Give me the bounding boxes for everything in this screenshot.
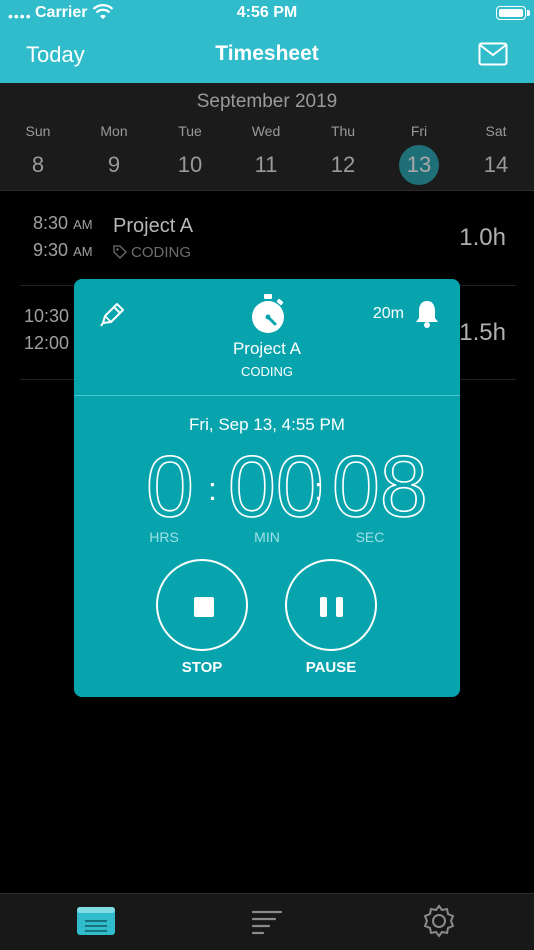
calendar-day-wed[interactable]: Wed 11: [236, 123, 296, 185]
status-bar: •••• Carrier 4:56 PM: [0, 0, 534, 28]
day-name: Tue: [178, 123, 202, 139]
entry-end-time: 9:30 AM: [33, 240, 93, 260]
calendar-day-mon[interactable]: Mon 9: [84, 123, 144, 185]
entry-start-time: 8:30 AM: [33, 213, 93, 233]
day-name: Fri: [410, 123, 428, 139]
reports-icon[interactable]: [247, 904, 287, 938]
timer-display: 0 : 00 : 08: [74, 439, 460, 535]
calendar-month: September 2019: [196, 91, 338, 112]
battery-icon: [496, 6, 530, 20]
day-number: 13: [399, 145, 439, 185]
calendar-day-fri[interactable]: Fri 13: [389, 123, 449, 185]
day-name: Mon: [100, 123, 128, 139]
mail-icon[interactable]: [478, 42, 508, 66]
day-number: 10: [177, 152, 203, 177]
tab-bar: [0, 893, 534, 950]
day-name: Sat: [485, 123, 507, 139]
timer-tag: CODING: [241, 364, 293, 379]
timer-card-header: 20m Project A CODING: [74, 279, 460, 396]
entry-duration: 1.5h: [459, 319, 506, 346]
day-number: 8: [31, 152, 45, 177]
day-number: 9: [107, 152, 121, 177]
timesheet-icon[interactable]: [76, 904, 116, 938]
calendar-day-tue[interactable]: Tue 10: [160, 123, 220, 185]
timer-minutes: 00: [227, 439, 324, 535]
seconds-label: SEC: [355, 529, 385, 545]
stop-label: STOP: [181, 659, 223, 676]
status-time: 4:56 PM: [236, 4, 298, 21]
day-number: 12: [330, 152, 356, 177]
entry-project: Project A: [113, 215, 194, 237]
entry-duration: 1.0h: [459, 224, 506, 251]
minutes-label: MIN: [254, 529, 280, 545]
reminder-interval[interactable]: 20m: [373, 305, 404, 323]
stop-button[interactable]: [156, 559, 248, 651]
bell-icon[interactable]: [414, 299, 440, 329]
day-name: Thu: [330, 123, 356, 139]
hours-label: HRS: [149, 529, 179, 545]
timer-hours: 0: [145, 439, 194, 535]
page-title: Timesheet: [215, 42, 319, 65]
week-calendar: September 2019 Sun 8 Mon 9 Tue 10 Wed 11 Thu 12 Fr…: [0, 83, 534, 191]
timer-colon: :: [314, 471, 323, 507]
timer-colon: :: [208, 471, 217, 507]
tag-icon: [113, 245, 127, 259]
timer-start-time: Fri, Sep 13, 4:55 PM: [189, 415, 345, 434]
top-bar: •••• Carrier 4:56 PM Today Timesheet: [0, 0, 534, 83]
day-name: Sun: [25, 123, 51, 139]
stop-icon: [194, 597, 214, 617]
day-name: Wed: [251, 123, 281, 139]
day-number: 14: [483, 152, 509, 177]
entry-tag: CODING: [113, 244, 191, 261]
time-entry[interactable]: 8:30 AM 9:30 AM Project A CODING 1.0h: [20, 191, 516, 286]
timer-project: Project A: [232, 339, 302, 358]
pause-label: PAUSE: [305, 659, 357, 676]
settings-icon[interactable]: [419, 904, 459, 938]
entry-end-time: 12:00: [24, 333, 70, 353]
stopwatch-icon: [252, 294, 284, 333]
pencil-icon[interactable]: [98, 301, 126, 329]
pause-button[interactable]: [285, 559, 377, 651]
calendar-day-sat[interactable]: Sat 14: [466, 123, 526, 185]
calendar-day-sun[interactable]: Sun 8: [8, 123, 68, 185]
timer-card: 20m Project A CODING Fri, Sep 13, 4:55 P…: [74, 279, 460, 697]
timer-seconds: 08: [331, 439, 428, 535]
entry-tag-label: CODING: [131, 244, 191, 261]
day-number: 11: [254, 152, 278, 177]
calendar-day-thu[interactable]: Thu 12: [313, 123, 373, 185]
